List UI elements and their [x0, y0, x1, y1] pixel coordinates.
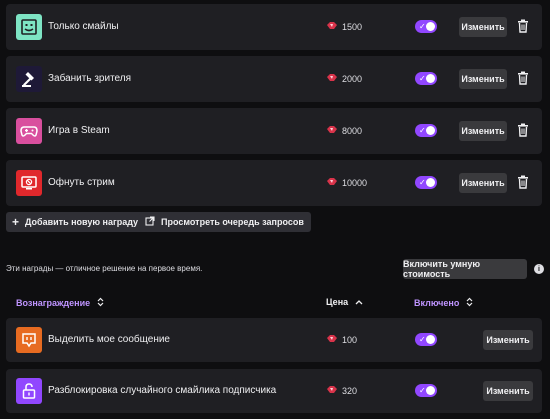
- reward-row-unlock-sub-emote: Разблокировка случайного смайлика подпис…: [6, 369, 542, 413]
- reward-enabled-toggle[interactable]: ✓: [415, 20, 437, 33]
- gamepad-icon: [16, 118, 42, 144]
- suggestion-hint: Эти награды — отличное решение на первое…: [6, 264, 203, 273]
- sort-icon: [466, 297, 473, 309]
- enable-smart-cost-button[interactable]: Включить умную стоимость: [403, 259, 527, 279]
- info-icon[interactable]: i: [534, 264, 544, 274]
- cost-value: 320: [342, 385, 358, 396]
- highlight-message-icon: [16, 327, 42, 353]
- column-header-enabled[interactable]: Включено: [414, 297, 473, 309]
- reward-cost: 10000: [326, 177, 367, 188]
- trash-icon[interactable]: [517, 19, 529, 33]
- column-header-label: Вознаграждение: [16, 298, 91, 308]
- sort-ascending-icon: [355, 297, 363, 307]
- edit-reward-button[interactable]: Изменить: [483, 381, 533, 401]
- reward-title: Разблокировка случайного смайлика подпис…: [48, 385, 277, 396]
- channel-points-icon: [326, 177, 338, 188]
- reward-row-highlight-message: Выделить мое сообщение 100 ✓ Изменить: [6, 318, 542, 362]
- trash-icon[interactable]: [517, 71, 529, 85]
- hammer-icon: [16, 66, 42, 92]
- reward-row-stream-off: Офнуть стрим 10000 ✓ Изменить: [6, 160, 542, 206]
- reward-title: Игра в Steam: [48, 125, 110, 136]
- reward-cost: 320: [326, 385, 357, 396]
- channel-points-icon: [326, 125, 338, 136]
- unlock-icon: [16, 378, 42, 404]
- column-header-price[interactable]: Цена: [326, 297, 363, 307]
- view-queue-label: Просмотреть очередь запросов: [161, 217, 304, 227]
- channel-points-icon: [326, 334, 338, 345]
- reward-cost: 2000: [326, 73, 362, 84]
- reward-title: Только смайлы: [48, 21, 119, 32]
- channel-points-icon: [326, 73, 338, 84]
- cost-value: 2000: [342, 73, 363, 84]
- sort-icon: [97, 297, 104, 309]
- reward-row-ban-viewer: Забанить зрителя 2000 ✓ Изменить: [6, 56, 542, 102]
- edit-reward-button[interactable]: Изменить: [459, 121, 507, 141]
- cost-value: 100: [342, 334, 358, 345]
- edit-reward-button[interactable]: Изменить: [459, 69, 507, 89]
- cost-value: 8000: [342, 125, 363, 136]
- monitor-off-icon: [16, 170, 42, 196]
- reward-enabled-toggle[interactable]: ✓: [415, 124, 437, 137]
- reward-enabled-toggle[interactable]: ✓: [415, 72, 437, 85]
- column-header-reward[interactable]: Вознаграждение: [16, 297, 104, 309]
- reward-cost: 8000: [326, 125, 362, 136]
- cost-value: 1500: [342, 21, 363, 32]
- column-header-label: Включено: [414, 298, 460, 308]
- trash-icon[interactable]: [517, 123, 529, 137]
- view-queue-button[interactable]: Просмотреть очередь запросов: [139, 212, 311, 232]
- edit-reward-button[interactable]: Изменить: [459, 173, 507, 193]
- add-reward-button[interactable]: + Добавить новую награду: [6, 212, 146, 232]
- reward-enabled-toggle[interactable]: ✓: [415, 384, 437, 397]
- reward-cost: 100: [326, 334, 357, 345]
- cost-value: 10000: [342, 177, 368, 188]
- column-header-label: Цена: [326, 297, 349, 307]
- reward-cost: 1500: [326, 21, 362, 32]
- reward-row-emote-only: Только смайлы 1500 ✓ Изменить: [6, 4, 542, 50]
- channel-points-icon: [326, 21, 338, 32]
- reward-enabled-toggle[interactable]: ✓: [415, 333, 437, 346]
- edit-reward-button[interactable]: Изменить: [459, 17, 507, 37]
- trash-icon[interactable]: [517, 175, 529, 189]
- plus-icon: +: [12, 215, 20, 229]
- edit-reward-button[interactable]: Изменить: [483, 330, 533, 350]
- smiley-face-icon: [16, 14, 42, 40]
- reward-row-steam-game: Игра в Steam 8000 ✓ Изменить: [6, 108, 542, 154]
- reward-enabled-toggle[interactable]: ✓: [415, 176, 437, 189]
- reward-title: Офнуть стрим: [48, 177, 115, 188]
- reward-title: Выделить мое сообщение: [48, 334, 170, 345]
- external-link-icon: [145, 216, 155, 228]
- channel-points-icon: [326, 385, 338, 396]
- reward-title: Забанить зрителя: [48, 73, 132, 84]
- add-reward-label: Добавить новую награду: [25, 217, 139, 227]
